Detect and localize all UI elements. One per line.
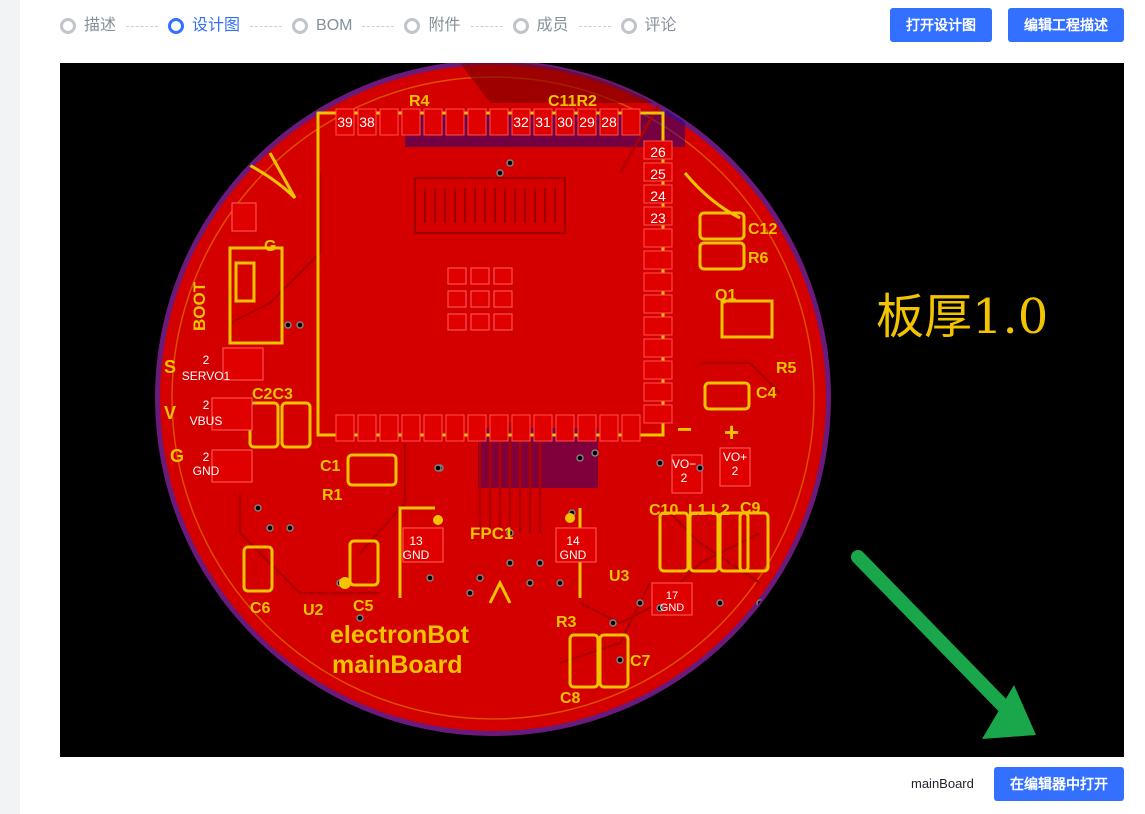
pad-vbus-number: 2 xyxy=(203,398,210,412)
board-name-label: mainBoard xyxy=(911,776,974,791)
step-description[interactable]: 描述 xyxy=(60,10,116,42)
fiducial-dot xyxy=(339,577,351,589)
page-left-gutter xyxy=(0,0,20,814)
edit-description-button[interactable]: 编辑工程描述 xyxy=(1008,8,1124,42)
pad-pin30: 30 xyxy=(557,114,573,130)
step-dot xyxy=(512,18,529,34)
pad-fpc14-label: GND xyxy=(560,548,587,562)
label-c4: C4 xyxy=(756,385,777,402)
step-dot xyxy=(60,18,76,34)
step-comments[interactable]: 评论 xyxy=(620,10,677,42)
label-r4: R4 xyxy=(409,93,430,110)
step-separator xyxy=(250,25,283,27)
open-in-editor-button[interactable]: 在编辑器中打开 xyxy=(994,767,1124,801)
step-dot xyxy=(168,18,185,34)
step-bom[interactable]: BOM xyxy=(292,10,352,42)
pcb-render: R4 C11R2 C12 R6 Q1 R5 C4 BOOT G S V G C2… xyxy=(155,63,1048,739)
label-r5: R5 xyxy=(776,360,797,377)
step-separator xyxy=(126,25,159,27)
pad-u3-net: GND xyxy=(660,602,685,614)
pad-pin23: 23 xyxy=(650,210,666,226)
pad-u3-number: 17 xyxy=(666,590,678,602)
step-members[interactable]: 成员 xyxy=(512,10,569,42)
pad-fpc13-label: GND xyxy=(403,548,430,562)
label-r3: R3 xyxy=(556,614,577,631)
step-dot xyxy=(292,18,309,34)
label-g-top: G xyxy=(264,238,276,255)
step-navigation: 描述 设计图 BOM 附件 成员 评论 xyxy=(60,10,677,42)
label-c5: C5 xyxy=(353,598,374,615)
label-c10: C10 xyxy=(649,502,678,519)
label-r6: R6 xyxy=(748,250,769,267)
label-q1: Q1 xyxy=(715,287,736,304)
label-boot: BOOT xyxy=(190,281,209,331)
open-design-button[interactable]: 打开设计图 xyxy=(890,8,992,42)
label-c11r2: C11R2 xyxy=(548,93,597,110)
pad-pin38: 38 xyxy=(359,114,375,130)
step-separator xyxy=(578,25,611,27)
pad-pin31: 31 xyxy=(535,114,551,130)
pad-gnd-label: GND xyxy=(193,464,220,478)
step-label: 成员 xyxy=(536,17,569,34)
fiducial-dot xyxy=(565,513,575,523)
label-plus: + xyxy=(724,417,739,447)
pad-vbus-label: VBUS xyxy=(190,414,223,428)
label-c1: C1 xyxy=(320,458,341,475)
label-c8: C8 xyxy=(560,690,581,707)
label-l1l2: L1 L2 xyxy=(688,502,730,519)
label-fpc1: FPC1 xyxy=(470,524,513,543)
step-label: 描述 xyxy=(84,17,117,34)
pad-pin24: 24 xyxy=(650,188,666,204)
label-u3: U3 xyxy=(609,568,630,585)
label-c12: C12 xyxy=(748,221,777,238)
label-c2c3: C2C3 xyxy=(252,386,293,403)
pad-gnd-number: 2 xyxy=(203,450,210,464)
step-dot xyxy=(404,18,421,34)
label-board-line2: mainBoard xyxy=(332,651,463,679)
label-c9: C9 xyxy=(740,500,761,517)
pcb-design-viewer[interactable]: R4 C11R2 C12 R6 Q1 R5 C4 BOOT G S V G C2… xyxy=(60,63,1124,757)
pad-pin29: 29 xyxy=(579,114,595,130)
step-separator xyxy=(470,25,503,27)
pad-pin25: 25 xyxy=(650,166,666,182)
step-attachments[interactable]: 附件 xyxy=(404,10,461,42)
pad-fpc14-number: 14 xyxy=(566,534,580,548)
label-c7: C7 xyxy=(630,653,651,670)
step-label: 评论 xyxy=(644,17,677,34)
step-separator xyxy=(362,25,395,27)
label-g: G xyxy=(170,446,184,466)
label-r1: R1 xyxy=(322,487,343,504)
step-design[interactable]: 设计图 xyxy=(168,10,240,42)
annotation-arrow xyxy=(851,550,1036,739)
step-label: BOM xyxy=(316,17,353,34)
pad-pin26: 26 xyxy=(650,144,666,160)
step-dot xyxy=(620,18,637,34)
pad-vo-plus-number: 2 xyxy=(732,464,739,478)
label-s: S xyxy=(164,357,176,377)
fiducial-dot xyxy=(433,515,443,525)
pad-vo-plus-label: VO+ xyxy=(723,450,747,464)
label-c6: C6 xyxy=(250,600,271,617)
label-v: V xyxy=(164,403,176,423)
pad-vo-minus-number: 2 xyxy=(681,471,688,485)
label-board-line1: electronBot xyxy=(330,621,470,649)
label-u2: U2 xyxy=(303,602,324,619)
step-label: 附件 xyxy=(428,17,461,34)
module-thermal-pads xyxy=(447,267,513,331)
pad-fpc13-number: 13 xyxy=(409,534,423,548)
step-label: 设计图 xyxy=(192,17,241,34)
pad-pin32: 32 xyxy=(513,114,529,130)
pad-pin28: 28 xyxy=(601,114,617,130)
pad-servo1-label: SERVO1 xyxy=(182,369,231,383)
board-thickness-label: 板厚1.0 xyxy=(876,289,1048,345)
label-minus: − xyxy=(677,414,692,444)
pad-servo1-number: 2 xyxy=(203,353,210,367)
pad-vo-minus-label: VO− xyxy=(672,457,696,471)
pad-pin39: 39 xyxy=(337,114,353,130)
